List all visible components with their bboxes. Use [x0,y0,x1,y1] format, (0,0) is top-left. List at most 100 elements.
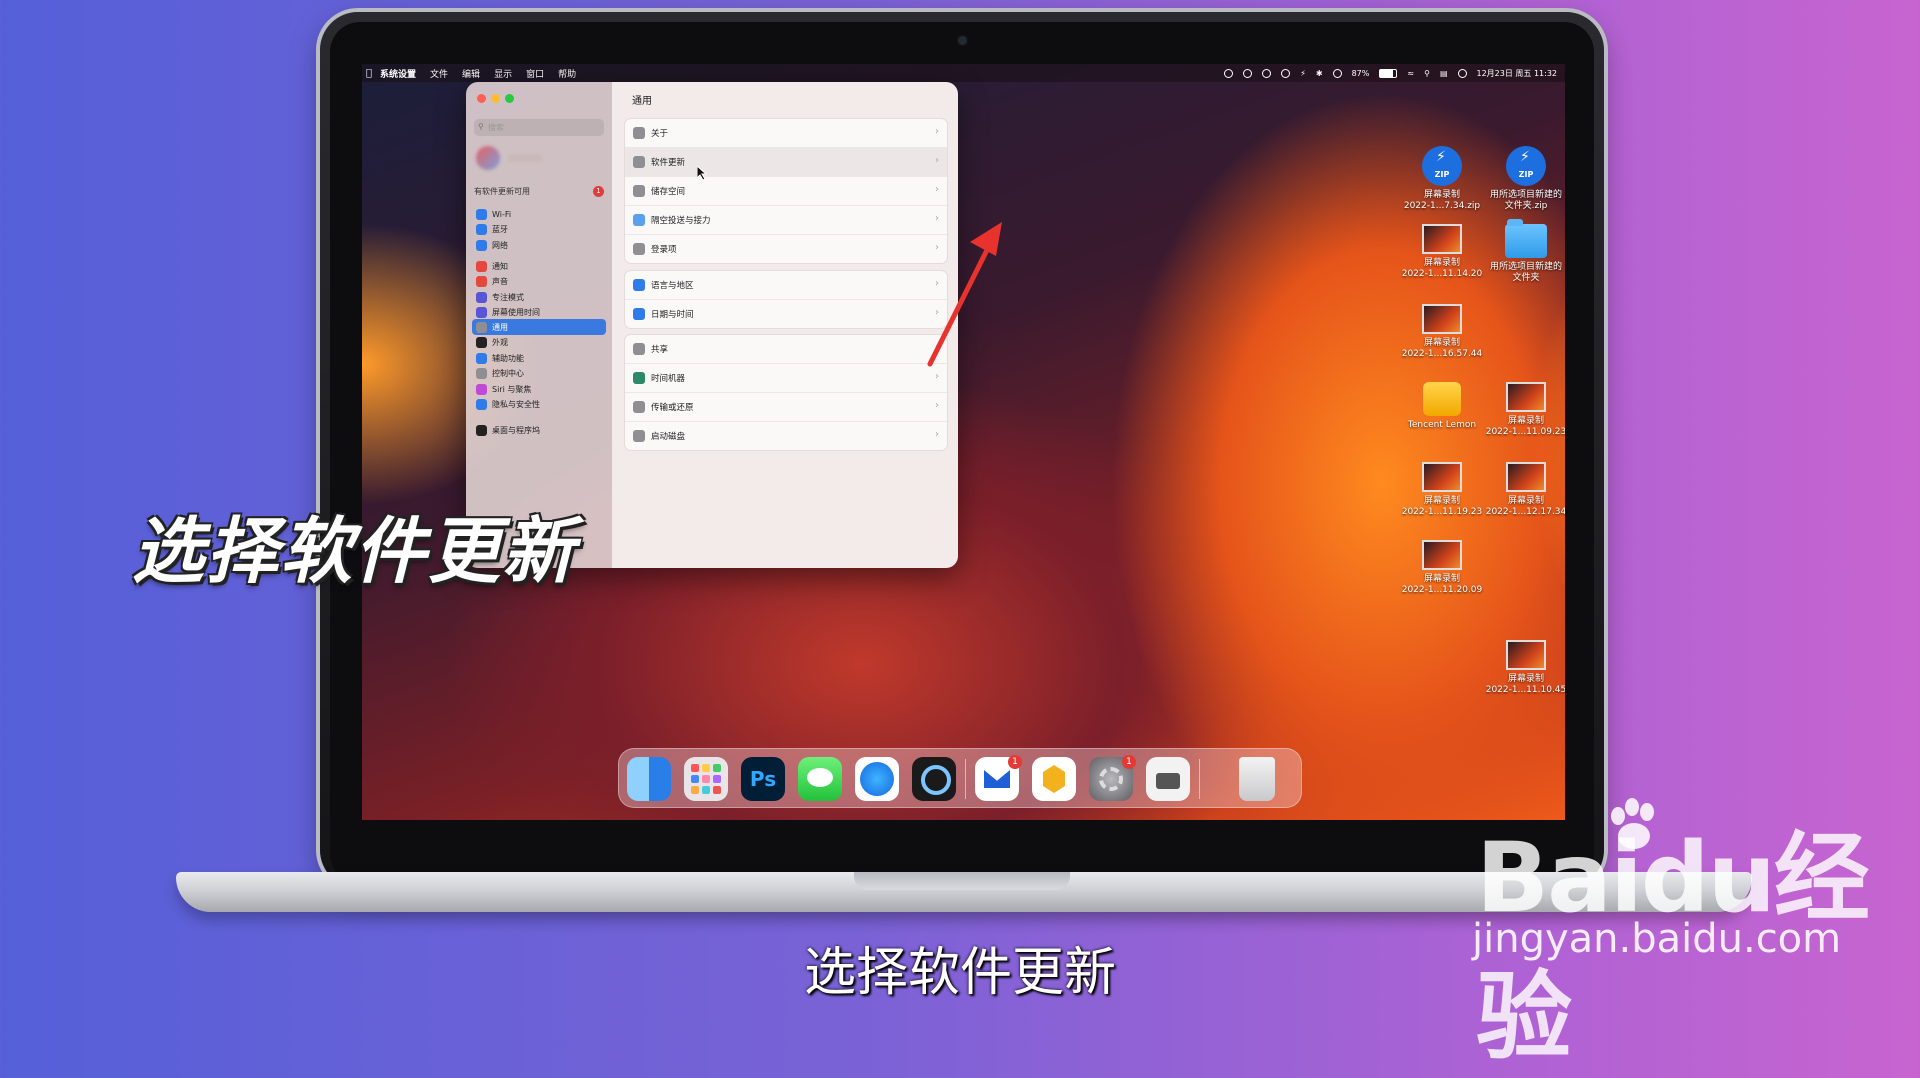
software-update-notice[interactable]: 有软件更新可用 1 [474,186,604,198]
mail-icon[interactable]: 1 [975,755,1022,801]
apple-icon[interactable]:  [366,68,372,79]
settings-row-label: 语言与地区 [651,281,694,291]
settings-row-icon [633,214,645,226]
sidebar-item-icon [476,260,487,272]
sidebar-item[interactable]: Wi-Fi [472,206,606,222]
bluetooth-icon[interactable]: ✱ [1316,69,1323,78]
close-window-icon[interactable] [477,94,486,103]
red-pointer-arrow [927,222,1002,367]
desktop-file-video[interactable]: 屏幕录制 2022-1...11.19.23 [1396,462,1488,518]
menu-bar:  系统设置 文件 编辑 显示 窗口 帮助 ⚡ ✱ 87% ≈ ⚲ ▤ 12 [362,64,1565,82]
sidebar-item[interactable]: 隐私与安全性 [472,397,606,413]
finder-icon[interactable] [627,757,671,801]
desktop-file-label: 屏幕录制 2022-1...11.20.09 [1401,574,1483,595]
desktop-file-video[interactable]: 屏幕录制 2022-1...16.57.44 [1396,304,1488,360]
sidebar-item[interactable]: 蓝牙 [472,222,606,238]
launchpad-icon[interactable] [684,757,728,801]
safari-icon[interactable] [855,757,899,801]
status-icon-2[interactable] [1243,68,1253,78]
desktop-file-video[interactable]: 屏幕录制 2022-1...11.20.09 [1396,540,1488,596]
desktop-file-zip[interactable]: ⚡ ZIP 屏幕录制 2022-1...7.34.zip [1396,146,1488,212]
battery-icon[interactable] [1379,68,1398,78]
minimize-window-icon[interactable] [491,94,500,103]
settings-row[interactable]: 语言与地区 › [625,271,947,300]
desktop-file-lemon[interactable]: Tencent Lemon [1396,382,1488,431]
settings-row[interactable]: 隔空投送与接力 › [625,206,947,235]
menu-edit[interactable]: 编辑 [462,67,480,80]
settings-row[interactable]: 关于 › [625,119,947,148]
sidebar-item-label: 通知 [492,261,508,271]
settings-row-icon [633,343,645,355]
settings-main-pane: 通用 关于 › 软件更新 › 储存空间 › 隔空投送与接力 › 登录项 › 语言与地区 › 日期与时间 ›… [612,82,958,568]
sidebar-item[interactable]: 通知 [472,258,606,274]
photoshop-icon[interactable]: Ps [741,757,785,801]
menu-help[interactable]: 帮助 [558,67,576,80]
wifi-icon[interactable]: ≈ [1407,69,1414,78]
settings-row[interactable]: 日期与时间 › [625,300,947,328]
status-icon-4[interactable] [1281,68,1291,78]
desktop-file-video[interactable]: 屏幕录制 2022-1...11.09.23 [1480,382,1565,438]
screenshot-icon[interactable] [1146,757,1190,801]
sidebar-item-label: Siri 与聚焦 [492,384,532,394]
chevron-right-icon: › [935,371,939,382]
desktop-file-label: 用所选项目新建的 文件夹.zip [1489,190,1562,211]
status-icon-3[interactable] [1262,68,1272,78]
menu-app-name[interactable]: 系统设置 [380,67,416,80]
lemon-icon[interactable] [1032,757,1076,801]
settings-row[interactable]: 储存空间 › [625,177,947,206]
siri-icon[interactable] [1457,68,1467,78]
sidebar-item[interactable]: 声音 [472,274,606,290]
desktop-file-label: 屏幕录制 2022-1...16.57.44 [1401,338,1483,359]
sidebar-item[interactable]: 控制中心 [472,366,606,382]
menu-view[interactable]: 显示 [494,67,512,80]
settings-row[interactable]: 软件更新 › [625,148,947,177]
bolt-icon[interactable]: ⚡ [1300,69,1306,78]
settings-row-icon [633,401,645,413]
settings-row-label: 传输或还原 [651,403,694,413]
desktop-file-folder[interactable]: 用所选项目新建的 文件夹 [1480,219,1565,284]
settings-row[interactable]: 时间机器 › [625,364,947,393]
sidebar-item[interactable]: Siri 与聚焦 [472,381,606,397]
desktop-file-zip[interactable]: ⚡ ZIP 用所选项目新建的 文件夹.zip [1480,146,1565,212]
apple-id-account[interactable] [476,146,596,172]
trash-icon[interactable] [1239,757,1275,801]
sidebar-item[interactable]: 通用 [472,319,606,335]
account-name-redacted [508,154,542,162]
zip-archive-icon: ⚡ ZIP [1506,146,1546,186]
settings-row[interactable]: 传输或还原 › [625,393,947,422]
sidebar-item[interactable]: 专注模式 [472,289,606,305]
settings-row[interactable]: 登录项 › [625,235,947,263]
sidebar-item[interactable]: 桌面与程序坞 [472,422,606,438]
settings-row-icon [633,243,645,255]
video-thumbnail-icon [1422,462,1462,492]
sidebar-item[interactable]: 辅助功能 [472,350,606,366]
settings-icon[interactable]: 1 [1089,755,1136,801]
settings-row-label: 隔空投送与接力 [651,216,711,226]
sidebar-item-label: 蓝牙 [492,225,508,234]
search-icon[interactable]: ⚲ [1424,69,1430,78]
zip-label-icon: ZIP [1518,170,1534,179]
menu-file[interactable]: 文件 [430,67,448,80]
messages-icon[interactable] [798,757,842,801]
control-center-icon[interactable]: ▤ [1440,69,1448,78]
settings-row[interactable]: 共享› [625,335,947,364]
menu-datetime[interactable]: 12月23日 周五 11:32 [1477,68,1558,79]
sidebar-search-input[interactable]: ⚲ 搜索 [474,119,604,136]
zoom-window-icon[interactable] [505,94,514,103]
record-icon[interactable] [1224,68,1234,78]
sidebar-item[interactable]: 外观 [472,335,606,351]
settings-group: 共享› 时间机器 › 传输或还原 › 启动磁盘 › [624,334,948,451]
desktop-file-video[interactable]: 屏幕录制 2022-1...12.17.34 [1480,462,1565,518]
mail-badge: 1 [1008,755,1022,769]
sidebar-item-icon [476,368,487,379]
settings-row[interactable]: 启动磁盘 › [625,422,947,450]
user-icon[interactable] [1332,68,1342,78]
desktop-file-video[interactable]: 屏幕录制 2022-1...11.10.45 [1480,640,1565,696]
quicktime-icon[interactable] [912,757,956,801]
search-icon: ⚲ [478,122,484,131]
menu-window[interactable]: 窗口 [526,67,544,80]
desktop-file-label: 用所选项目新建的 文件夹 [1489,262,1562,283]
desktop-file-video[interactable]: 屏幕录制 2022-1...11.14.20 [1396,224,1488,280]
sidebar-item[interactable]: 网络 [472,237,606,253]
sidebar-item-icon [476,239,487,251]
